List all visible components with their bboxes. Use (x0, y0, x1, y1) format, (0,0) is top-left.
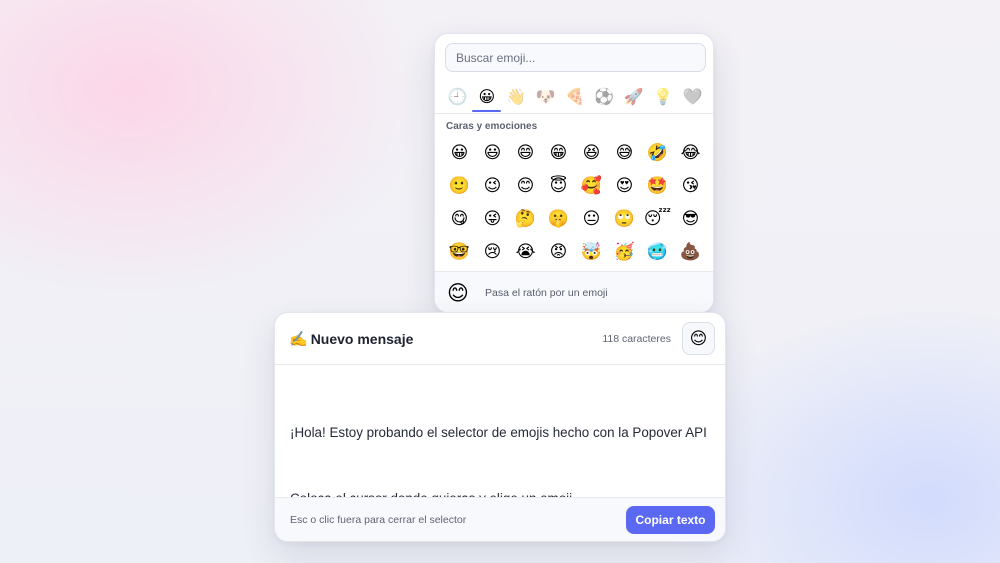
emoji-button[interactable]: 😃 (476, 136, 509, 169)
emoji-button[interactable]: 🙂 (443, 169, 476, 202)
card-footer: Esc o clic fuera para cerrar el selector… (275, 497, 725, 541)
emoji-button[interactable]: 😊 (509, 169, 542, 202)
emoji-button[interactable]: 😀 (443, 136, 476, 169)
emoji-button[interactable]: 😍 (608, 169, 641, 202)
tab-travel[interactable]: 🚀 (619, 82, 648, 112)
preview-text: Pasa el ratón por un emoji (485, 287, 608, 299)
emoji-button[interactable]: 🥶 (641, 235, 674, 268)
preview-emoji: 😊 (447, 281, 469, 305)
emoji-button[interactable]: 😅 (608, 136, 641, 169)
card-title-text: Nuevo mensaje (310, 331, 414, 347)
emoji-button[interactable]: 💩 (674, 235, 707, 268)
emoji-button[interactable]: 😜 (476, 202, 509, 235)
card-title: ✍️ Nuevo mensaje (289, 330, 413, 348)
emoji-button[interactable]: 😡 (542, 235, 575, 268)
emoji-button[interactable]: 😁 (542, 136, 575, 169)
tab-people[interactable]: 👋 (502, 82, 531, 112)
category-tabs: 🕘 😀 👋 🐶 🍕 ⚽ 🚀 💡 🩶 (443, 82, 707, 112)
food-icon: 🍕 (565, 89, 585, 106)
emoji-button[interactable]: 😄 (509, 136, 542, 169)
tab-food[interactable]: 🍕 (561, 82, 590, 112)
emoji-button[interactable]: 🙄 (608, 202, 641, 235)
tab-objects[interactable]: 💡 (649, 82, 678, 112)
close-hint: Esc o clic fuera para cerrar el selector (290, 514, 467, 526)
tab-activities[interactable]: ⚽ (590, 82, 619, 112)
emoji-button[interactable]: 😎 (674, 202, 707, 235)
activities-icon: ⚽ (594, 89, 615, 106)
emoji-button[interactable]: 🤣 (641, 136, 674, 169)
emoji-preview-bar: 😊 Pasa el ratón por un emoji (435, 272, 713, 312)
emoji-button[interactable]: 😢 (476, 235, 509, 268)
tab-animals[interactable]: 🐶 (531, 82, 560, 112)
emoji-button[interactable]: 🤯 (575, 235, 608, 268)
card-header: ✍️ Nuevo mensaje 118 caracteres 😊 (275, 313, 725, 365)
symbols-icon: 🩶 (682, 89, 703, 106)
tab-symbols[interactable]: 🩶 (678, 82, 707, 112)
category-divider (435, 113, 713, 114)
writing-hand-icon: ✍️ (289, 331, 308, 348)
message-line-1: ¡Hola! Estoy probando el selector de emo… (290, 425, 707, 440)
emoji-button[interactable]: 😇 (542, 169, 575, 202)
emoji-search-input[interactable] (445, 43, 706, 72)
faces-icon: 😀 (478, 89, 496, 106)
emoji-picker-toggle-button[interactable]: 😊 (682, 322, 715, 355)
travel-icon: 🚀 (623, 89, 644, 106)
message-card: ✍️ Nuevo mensaje 118 caracteres 😊 ¡Hola!… (274, 312, 726, 542)
recent-icon: 🕘 (447, 89, 468, 106)
section-label: Caras y emociones (446, 121, 538, 132)
tab-recent[interactable]: 🕘 (443, 82, 472, 112)
emoji-button[interactable]: 🤔 (509, 202, 542, 235)
animals-icon: 🐶 (535, 89, 556, 106)
emoji-picker-popover: 🕘😀👋🐶🍕⚽🚀💡🩶 Caras y emociones 😀😃😄😁😆😅🤣😂🙂😉😊😇… (434, 33, 714, 313)
tab-faces[interactable]: 😀 (472, 82, 502, 112)
emoji-button[interactable]: 😐 (575, 202, 608, 235)
emoji-button[interactable]: 🤓 (443, 235, 476, 268)
emoji-button[interactable]: 😂 (674, 136, 707, 169)
emoji-button[interactable]: 😆 (575, 136, 608, 169)
emoji-button[interactable]: 🥰 (575, 169, 608, 202)
emoji-button[interactable]: 🤫 (542, 202, 575, 235)
people-icon: 👋 (506, 89, 527, 106)
message-editor[interactable]: ¡Hola! Estoy probando el selector de emo… (290, 378, 710, 506)
emoji-button[interactable]: 😉 (476, 169, 509, 202)
objects-icon: 💡 (653, 89, 674, 106)
emoji-grid: 😀 😃 😄 😁 😆 😅 🤣 😂 🙂 😉 😊 😇 🥰 😍 🤩 😘 😋 😜 🤔 🤫 😐 🙄 😴 😎 🤓 😢 😭 😡 🤯 🥳 🥶 💩 (443, 136, 707, 268)
character-counter: 118 caracteres (602, 333, 671, 345)
emoji-button[interactable]: 🥳 (608, 235, 641, 268)
emoji-button[interactable]: 😴 (641, 202, 674, 235)
emoji-button[interactable]: 😘 (674, 169, 707, 202)
emoji-button[interactable]: 🤩 (641, 169, 674, 202)
copy-text-button[interactable]: Copiar texto (626, 506, 715, 534)
emoji-button[interactable]: 😭 (509, 235, 542, 268)
smiley-icon: 😊 (689, 328, 708, 348)
emoji-button[interactable]: 😋 (443, 202, 476, 235)
